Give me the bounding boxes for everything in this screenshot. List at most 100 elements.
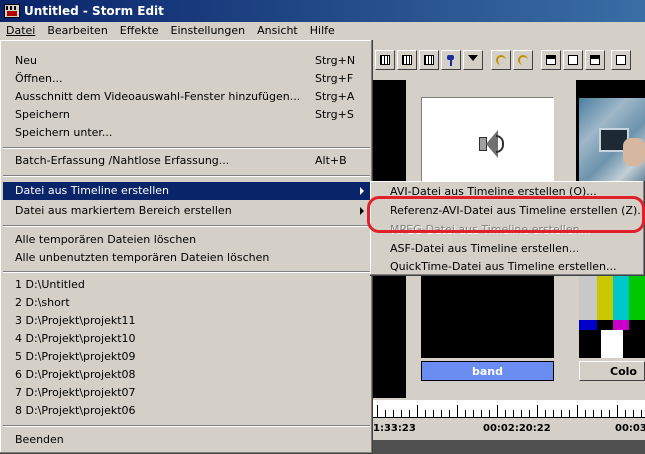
- hourglass-icon: [468, 55, 478, 65]
- ruler-tick: [409, 410, 410, 417]
- ruler-tick: [609, 410, 610, 417]
- ruler-tick: [465, 410, 466, 417]
- recent-file-item[interactable]: 4 D:\Projekt\projekt10: [3, 330, 370, 348]
- menu-item-neu[interactable]: Neu Strg+N: [3, 52, 370, 70]
- toolbar-button-window1[interactable]: [541, 50, 561, 70]
- menu-item-temp-loeschen[interactable]: Alle temporären Dateien löschen: [3, 231, 370, 249]
- ruler-tick: [433, 410, 434, 417]
- menu-ansicht[interactable]: Ansicht: [251, 22, 304, 40]
- speaker-icon: [469, 125, 509, 165]
- timecode: 1:33:23: [373, 423, 416, 434]
- menu-item-label: Speichern unter...: [15, 126, 113, 139]
- menu-item-shortcut: Strg+N: [315, 54, 356, 67]
- menu-datei-label: Datei: [6, 24, 36, 37]
- menu-separator: [3, 425, 370, 427]
- menu-einstellungen[interactable]: Einstellungen: [165, 22, 252, 40]
- submenu-arrow-icon: [360, 187, 364, 195]
- menu-item-ausschnitt[interactable]: Ausschnitt dem Videoauswahl-Fenster hinz…: [3, 88, 370, 106]
- menu-separator: [3, 271, 370, 273]
- menu-hilfe[interactable]: Hilfe: [304, 22, 341, 40]
- menu-item-label: Beenden: [15, 433, 64, 446]
- timecode: 00:02:20:22: [483, 423, 551, 434]
- menu-bearbeiten-label: Bearbeiten: [47, 24, 108, 37]
- film-cut-icon: [380, 55, 390, 65]
- menu-item-label: Datei aus Timeline erstellen: [15, 184, 170, 197]
- ruler-tick: [577, 405, 578, 417]
- datei-menu: Neu Strg+N Öffnen... Strg+F Ausschnitt d…: [0, 40, 373, 454]
- photo-hand: [623, 138, 645, 166]
- timeline-track[interactable]: [373, 440, 645, 454]
- window-title: Untitled - Storm Edit: [24, 4, 164, 18]
- recent-file-item[interactable]: 3 D:\Projekt\projekt11: [3, 312, 370, 330]
- menu-effekte[interactable]: Effekte: [114, 22, 165, 40]
- ruler-tick: [521, 410, 522, 417]
- menu-item-speichern-unter[interactable]: Speichern unter...: [3, 124, 370, 142]
- ruler-tick: [401, 410, 402, 417]
- recent-file-item[interactable]: 5 D:\Projekt\projekt09: [3, 348, 370, 366]
- app-icon[interactable]: [4, 4, 20, 18]
- toolbar-button-extra[interactable]: [611, 50, 631, 70]
- menu-item-label: Alle unbenutzten temporären Dateien lösc…: [15, 251, 270, 264]
- menu-item-batch[interactable]: Batch-Erfassung /Nahtlose Erfassung... A…: [3, 152, 370, 170]
- menu-item-shortcut: Strg+S: [315, 108, 354, 121]
- menu-einstellungen-label: Einstellungen: [170, 24, 246, 37]
- ruler-tick: [505, 410, 506, 417]
- menu-separator: [3, 225, 370, 227]
- menu-bearbeiten[interactable]: Bearbeiten: [41, 22, 113, 40]
- menu-item-label: Alle temporären Dateien löschen: [15, 233, 197, 246]
- ruler-tick: [561, 410, 562, 417]
- ruler-tick: [625, 410, 626, 417]
- menu-hilfe-label: Hilfe: [309, 24, 335, 37]
- menu-item-beenden[interactable]: Beenden: [3, 431, 370, 449]
- window-empty-icon: [568, 55, 578, 65]
- submenu-item-asf[interactable]: ASF-Datei aus Timeline erstellen...: [373, 240, 643, 258]
- recent-file-item[interactable]: 8 D:\Projekt\projekt06: [3, 402, 370, 420]
- menu-item-label: Datei aus markiertem Bereich erstellen: [15, 204, 232, 217]
- panel-icon: [616, 55, 626, 65]
- ruler-tick: [385, 410, 386, 417]
- menu-item-shortcut: Strg+A: [315, 90, 355, 103]
- toolbar-button-pin[interactable]: [441, 50, 461, 70]
- toolbar-button-cut[interactable]: [375, 50, 395, 70]
- menu-datei[interactable]: Datei: [0, 22, 41, 40]
- recent-file-item[interactable]: 2 D:\short: [3, 294, 370, 312]
- menu-item-oeffnen[interactable]: Öffnen... Strg+F: [3, 70, 370, 88]
- title-bar[interactable]: Untitled - Storm Edit: [0, 0, 645, 22]
- toolbar-button-film[interactable]: [397, 50, 417, 70]
- menu-effekte-label: Effekte: [119, 24, 159, 37]
- ruler-tick: [417, 405, 418, 417]
- menu-item-datei-aus-timeline[interactable]: Datei aus Timeline erstellen: [3, 182, 370, 200]
- undo-icon: [496, 55, 506, 65]
- ruler-tick: [585, 410, 586, 417]
- window-split-icon: [590, 55, 600, 65]
- timeline[interactable]: 1:33:23 00:02:20:22 00:03: [373, 398, 645, 454]
- toolbar-button-window3[interactable]: [585, 50, 605, 70]
- submenu-item-quicktime[interactable]: QuickTime-Datei aus Timeline erstellen..…: [373, 258, 643, 276]
- menu-item-unbenutzt-loeschen[interactable]: Alle unbenutzten temporären Dateien lösc…: [3, 249, 370, 267]
- toolbar-button-undo[interactable]: [491, 50, 511, 70]
- recent-file-item[interactable]: 6 D:\Projekt\projekt08: [3, 366, 370, 384]
- toolbar-button-window2[interactable]: [563, 50, 583, 70]
- ruler-tick: [617, 405, 618, 417]
- recent-file-item[interactable]: 1 D:\Untitled: [3, 276, 370, 294]
- menu-item-label: Batch-Erfassung /Nahtlose Erfassung...: [15, 154, 230, 167]
- toolbar-button-hourglass[interactable]: [463, 50, 483, 70]
- ruler-tick: [529, 410, 530, 417]
- toolbar-button-redo[interactable]: [513, 50, 533, 70]
- toolbar-button-frame[interactable]: [419, 50, 439, 70]
- recent-file-item[interactable]: 7 D:\Projekt\projekt07: [3, 384, 370, 402]
- menubar: Datei Bearbeiten Effekte Einstellungen A…: [0, 22, 645, 40]
- clip-label-band[interactable]: band: [421, 361, 554, 381]
- menu-item-datei-aus-bereich[interactable]: Datei aus markiertem Bereich erstellen: [3, 202, 370, 220]
- ruler-tick: [393, 410, 394, 417]
- ruler-tick: [425, 410, 426, 417]
- ruler-tick: [489, 410, 490, 417]
- pin-icon: [446, 55, 456, 66]
- menu-separator: [3, 175, 370, 177]
- video-clip-thumbnail[interactable]: [579, 98, 645, 194]
- menu-item-speichern[interactable]: Speichern Strg+S: [3, 106, 370, 124]
- ruler-tick: [473, 410, 474, 417]
- clip-label-colo[interactable]: Colo: [579, 361, 645, 381]
- timeline-ruler[interactable]: [373, 400, 645, 418]
- ruler-tick: [481, 410, 482, 417]
